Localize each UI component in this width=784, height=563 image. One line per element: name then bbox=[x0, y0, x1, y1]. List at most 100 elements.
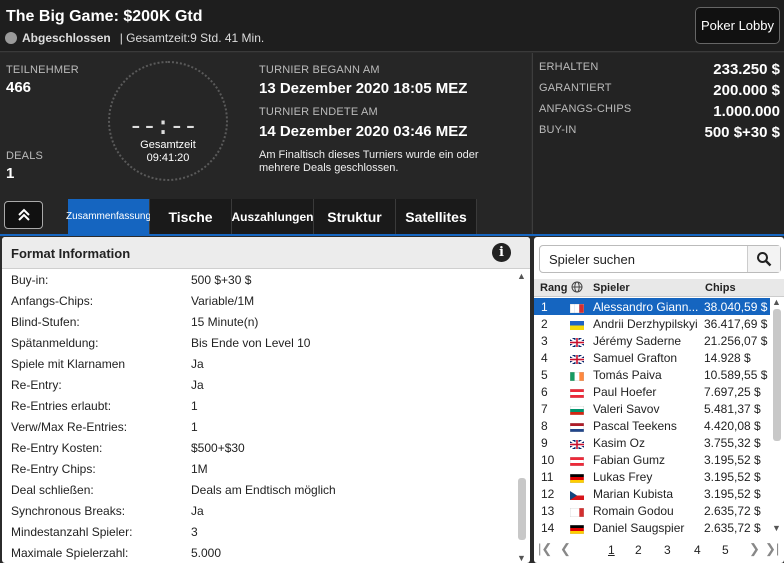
format-row: Re-Entry Kosten: $500+$30 bbox=[2, 437, 512, 458]
player-row[interactable]: 10 Fabian Gumz 3.195,52 $ bbox=[534, 451, 770, 468]
starting-chips-value: 1.000.000 bbox=[713, 103, 780, 120]
player-chips: 7.697,25 $ bbox=[704, 385, 761, 399]
players-scroll-thumb[interactable] bbox=[773, 309, 781, 441]
first-page-icon[interactable]: |❮ bbox=[538, 541, 552, 557]
format-row-label: Buy-in: bbox=[11, 272, 49, 287]
format-row: Spätanmeldung: Bis Ende von Level 10 bbox=[2, 332, 512, 353]
player-name: Daniel Saugspier bbox=[593, 521, 685, 535]
format-row-value: Ja bbox=[191, 356, 204, 371]
tab-summary[interactable]: Zusammenfassung bbox=[66, 199, 151, 234]
tab-tables[interactable]: Tische bbox=[150, 199, 232, 234]
format-scrollbar[interactable]: ▲ ▼ bbox=[516, 271, 528, 563]
player-name: Fabian Gumz bbox=[593, 453, 666, 467]
search-button[interactable] bbox=[747, 246, 780, 272]
player-name: Pascal Teekens bbox=[593, 419, 677, 433]
player-rank: 5 bbox=[541, 368, 548, 382]
player-row[interactable]: 1 Alessandro Giann... 38.040,59 $ bbox=[534, 298, 770, 315]
format-row-value: $500+$30 bbox=[191, 440, 245, 455]
players-scroll-down-icon[interactable]: ▼ bbox=[772, 523, 781, 533]
tab-bar: Zusammenfassung Tische Auszahlungen Stru… bbox=[66, 199, 477, 234]
deals-label: DEALS bbox=[6, 150, 44, 162]
last-page-icon[interactable]: ❯| bbox=[765, 541, 779, 557]
format-row-label: Re-Entry: bbox=[11, 377, 62, 392]
player-chips: 36.417,69 $ bbox=[704, 317, 768, 331]
globe-icon[interactable] bbox=[571, 281, 583, 296]
tab-satellites[interactable]: Satellites bbox=[396, 199, 477, 234]
player-rank: 13 bbox=[541, 504, 555, 518]
players-table-header: Rang Spieler Chips bbox=[534, 279, 784, 297]
tab-structure[interactable]: Struktur bbox=[314, 199, 396, 234]
player-row[interactable]: 6 Paul Hoefer 7.697,25 $ bbox=[534, 383, 770, 400]
format-scroll-thumb[interactable] bbox=[518, 478, 526, 540]
country-flag-icon bbox=[569, 370, 585, 382]
clock-time: 09:41:20 bbox=[146, 152, 190, 164]
format-row-label: Spätanmeldung: bbox=[11, 335, 99, 350]
page-1[interactable]: 1 bbox=[608, 543, 615, 557]
country-flag-icon bbox=[569, 404, 585, 416]
format-header: Format Information i bbox=[2, 237, 530, 269]
received-row: ERHALTEN 233.250 $ bbox=[539, 61, 780, 78]
player-rank: 7 bbox=[541, 402, 548, 416]
player-chips: 3.195,52 $ bbox=[704, 470, 761, 484]
col-rank[interactable]: Rang bbox=[540, 282, 568, 294]
poker-lobby-button[interactable]: Poker Lobby bbox=[695, 7, 780, 44]
country-flag-icon bbox=[569, 302, 585, 314]
player-rank: 9 bbox=[541, 436, 548, 450]
player-row[interactable]: 2 Andrii Derzhypilskyi 36.417,69 $ bbox=[534, 315, 770, 332]
scroll-down-icon[interactable]: ▼ bbox=[517, 553, 526, 563]
format-row-label: Synchronous Breaks: bbox=[11, 503, 126, 518]
player-chips: 2.635,72 $ bbox=[704, 521, 761, 535]
players-scroll-up-icon[interactable]: ▲ bbox=[772, 297, 781, 307]
player-row[interactable]: 4 Samuel Grafton 14.928 $ bbox=[534, 349, 770, 366]
total-time-text: | Gesamtzeit:9 Std. 41 Min. bbox=[119, 31, 265, 45]
player-name: Andrii Derzhypilskyi bbox=[593, 317, 698, 331]
prize-info: ERHALTEN 233.250 $ GARANTIERT 200.000 $ … bbox=[532, 53, 784, 234]
player-rank: 10 bbox=[541, 453, 555, 467]
country-flag-icon bbox=[570, 489, 584, 500]
country-flag-icon bbox=[569, 472, 585, 484]
page-5[interactable]: 5 bbox=[722, 543, 729, 557]
player-row[interactable]: 8 Pascal Teekens 4.420,08 $ bbox=[534, 417, 770, 434]
player-row[interactable]: 12 Marian Kubista 3.195,52 $ bbox=[534, 485, 770, 502]
player-row[interactable]: 3 Jérémy Saderne 21.256,07 $ bbox=[534, 332, 770, 349]
prev-page-icon[interactable]: ❮ bbox=[560, 541, 571, 557]
page-2[interactable]: 2 bbox=[635, 543, 642, 557]
guaranteed-label: GARANTIERT bbox=[539, 82, 612, 94]
player-row[interactable]: 14 Daniel Saugspier 2.635,72 $ bbox=[534, 519, 770, 536]
player-chips: 2.635,72 $ bbox=[704, 504, 761, 518]
info-icon[interactable]: i bbox=[492, 243, 511, 262]
players-scrollbar[interactable]: ▲ ▼ bbox=[771, 297, 783, 533]
page-3[interactable]: 3 bbox=[664, 543, 671, 557]
player-row[interactable]: 11 Lukas Frey 3.195,52 $ bbox=[534, 468, 770, 485]
player-name: Kasim Oz bbox=[593, 436, 646, 450]
player-search-input[interactable] bbox=[540, 246, 750, 272]
player-rank: 2 bbox=[541, 317, 548, 331]
player-chips: 38.040,59 $ bbox=[704, 300, 768, 314]
player-rank: 4 bbox=[541, 351, 548, 365]
player-name: Romain Godou bbox=[593, 504, 674, 518]
clock-label: Gesamtzeit bbox=[140, 139, 196, 151]
format-row-label: Re-Entry Chips: bbox=[11, 461, 96, 476]
status-text: Abgeschlossen bbox=[22, 31, 111, 45]
format-row-label: Verw/Max Re-Entries: bbox=[11, 419, 128, 434]
player-row[interactable]: 7 Valeri Savov 5.481,37 $ bbox=[534, 400, 770, 417]
player-row[interactable]: 9 Kasim Oz 3.755,32 $ bbox=[534, 434, 770, 451]
player-row[interactable]: 5 Tomás Paiva 10.589,55 $ bbox=[534, 366, 770, 383]
began-value: 13 Dezember 2020 18:05 MEZ bbox=[259, 80, 468, 97]
col-chips[interactable]: Chips bbox=[705, 282, 736, 294]
player-chips: 3.755,32 $ bbox=[704, 436, 761, 450]
player-chips: 3.195,52 $ bbox=[704, 487, 761, 501]
received-value: 233.250 $ bbox=[713, 61, 780, 78]
col-player[interactable]: Spieler bbox=[593, 282, 630, 294]
scroll-up-icon[interactable]: ▲ bbox=[517, 271, 526, 281]
player-chips: 10.589,55 $ bbox=[704, 368, 768, 382]
next-page-icon[interactable]: ❯ bbox=[749, 541, 760, 557]
page-4[interactable]: 4 bbox=[694, 543, 701, 557]
collapse-button[interactable] bbox=[4, 201, 43, 229]
player-name: Lukas Frey bbox=[593, 470, 653, 484]
player-row[interactable]: 13 Romain Godou 2.635,72 $ bbox=[534, 502, 770, 519]
clock-digits: --:-- bbox=[128, 111, 198, 141]
format-row-value: 5.000 bbox=[191, 545, 222, 560]
tab-payouts[interactable]: Auszahlungen bbox=[232, 199, 314, 234]
status-dot-icon bbox=[5, 32, 17, 44]
